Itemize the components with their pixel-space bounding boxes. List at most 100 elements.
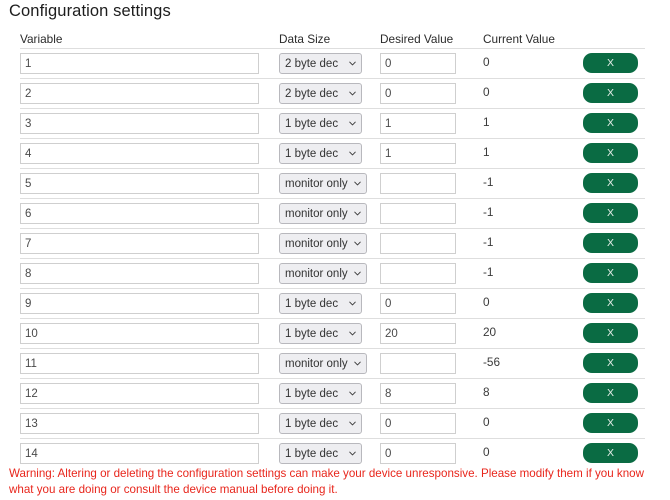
data-size-select[interactable]: 1 byte dec2 byte decmonitor only xyxy=(279,383,362,404)
delete-row-button[interactable]: X xyxy=(583,143,638,163)
data-size-cell: 1 byte dec2 byte decmonitor only xyxy=(279,383,374,404)
data-size-select[interactable]: 1 byte dec2 byte decmonitor only xyxy=(279,263,367,284)
data-size-cell: 1 byte dec2 byte decmonitor only xyxy=(279,143,374,164)
delete-row-button[interactable]: X xyxy=(583,383,638,403)
data-size-cell: 1 byte dec2 byte decmonitor only xyxy=(279,323,374,344)
desired-value-cell xyxy=(380,383,456,404)
desired-value-input[interactable] xyxy=(380,143,456,164)
data-size-select-wrapper: 1 byte dec2 byte decmonitor only xyxy=(279,83,362,104)
current-value-text: 0 xyxy=(483,85,490,99)
data-size-select[interactable]: 1 byte dec2 byte decmonitor only xyxy=(279,113,362,134)
table-row: 1 byte dec2 byte decmonitor only -1 X xyxy=(0,198,670,228)
data-size-select[interactable]: 1 byte dec2 byte decmonitor only xyxy=(279,413,362,434)
data-size-select[interactable]: 1 byte dec2 byte decmonitor only xyxy=(279,53,362,74)
column-header-desired-value: Desired Value xyxy=(380,32,454,46)
current-value-text: 1 xyxy=(483,115,490,129)
variable-input[interactable] xyxy=(20,83,259,104)
data-size-select[interactable]: 1 byte dec2 byte decmonitor only xyxy=(279,203,367,224)
delete-cell: X xyxy=(583,173,638,193)
variable-input[interactable] xyxy=(20,443,259,464)
delete-row-button[interactable]: X xyxy=(583,323,638,343)
variable-cell xyxy=(20,173,259,194)
row-divider xyxy=(20,78,645,79)
data-size-select[interactable]: 1 byte dec2 byte decmonitor only xyxy=(279,233,367,254)
delete-row-button[interactable]: X xyxy=(583,173,638,193)
data-size-select[interactable]: 1 byte dec2 byte decmonitor only xyxy=(279,323,362,344)
current-value-text: -1 xyxy=(483,175,494,189)
variable-input[interactable] xyxy=(20,233,259,254)
desired-value-cell xyxy=(380,143,456,164)
table-row: 1 byte dec2 byte decmonitor only -1 X xyxy=(0,228,670,258)
table-row: 1 byte dec2 byte decmonitor only 0 X xyxy=(0,78,670,108)
delete-cell: X xyxy=(583,443,638,463)
data-size-cell: 1 byte dec2 byte decmonitor only xyxy=(279,83,374,104)
desired-value-cell xyxy=(380,83,456,104)
desired-value-input[interactable] xyxy=(380,443,456,464)
table-row: 1 byte dec2 byte decmonitor only -1 X xyxy=(0,168,670,198)
delete-row-button[interactable]: X xyxy=(583,203,638,223)
page-title: Configuration settings xyxy=(9,2,171,20)
desired-value-input[interactable] xyxy=(380,293,456,314)
variable-cell xyxy=(20,83,259,104)
variable-input[interactable] xyxy=(20,203,259,224)
data-size-cell: 1 byte dec2 byte decmonitor only xyxy=(279,173,374,194)
desired-value-input[interactable] xyxy=(380,113,456,134)
variable-input[interactable] xyxy=(20,263,259,284)
data-size-select[interactable]: 1 byte dec2 byte decmonitor only xyxy=(279,173,367,194)
data-size-select-wrapper: 1 byte dec2 byte decmonitor only xyxy=(279,173,367,194)
variable-input[interactable] xyxy=(20,53,259,74)
table-row: 1 byte dec2 byte decmonitor only 8 X xyxy=(0,378,670,408)
data-size-select-wrapper: 1 byte dec2 byte decmonitor only xyxy=(279,263,367,284)
delete-cell: X xyxy=(583,113,638,133)
variable-input[interactable] xyxy=(20,143,259,164)
table-header-row: Variable Data Size Desired Value Current… xyxy=(0,33,670,48)
desired-value-input[interactable] xyxy=(380,383,456,404)
data-size-cell: 1 byte dec2 byte decmonitor only xyxy=(279,263,374,284)
variable-cell xyxy=(20,443,259,464)
variable-input[interactable] xyxy=(20,323,259,344)
data-size-select-wrapper: 1 byte dec2 byte decmonitor only xyxy=(279,383,362,404)
delete-row-button[interactable]: X xyxy=(583,233,638,253)
variable-input[interactable] xyxy=(20,413,259,434)
delete-cell: X xyxy=(583,83,638,103)
data-size-select-wrapper: 1 byte dec2 byte decmonitor only xyxy=(279,293,362,314)
delete-row-button[interactable]: X xyxy=(583,113,638,133)
variable-input[interactable] xyxy=(20,353,259,374)
data-size-select-wrapper: 1 byte dec2 byte decmonitor only xyxy=(279,143,362,164)
delete-row-button[interactable]: X xyxy=(583,53,638,73)
variable-input[interactable] xyxy=(20,113,259,134)
delete-row-button[interactable]: X xyxy=(583,353,638,373)
desired-value-input[interactable] xyxy=(380,413,456,434)
data-size-select-wrapper: 1 byte dec2 byte decmonitor only xyxy=(279,203,367,224)
variable-input[interactable] xyxy=(20,293,259,314)
current-value-text: 0 xyxy=(483,55,490,69)
delete-row-button[interactable]: X xyxy=(583,263,638,283)
delete-row-button[interactable]: X xyxy=(583,293,638,313)
column-header-variable: Variable xyxy=(20,32,63,46)
row-divider xyxy=(20,138,645,139)
desired-value-input[interactable] xyxy=(380,83,456,104)
data-size-select[interactable]: 1 byte dec2 byte decmonitor only xyxy=(279,353,367,374)
data-size-cell: 1 byte dec2 byte decmonitor only xyxy=(279,203,374,224)
data-size-select-wrapper: 1 byte dec2 byte decmonitor only xyxy=(279,233,367,254)
variable-cell xyxy=(20,383,259,404)
desired-value-cell xyxy=(380,203,456,224)
table-row: 1 byte dec2 byte decmonitor only 0 X xyxy=(0,408,670,438)
data-size-select[interactable]: 1 byte dec2 byte decmonitor only xyxy=(279,293,362,314)
data-size-select[interactable]: 1 byte dec2 byte decmonitor only xyxy=(279,83,362,104)
data-size-select[interactable]: 1 byte dec2 byte decmonitor only xyxy=(279,143,362,164)
delete-row-button[interactable]: X xyxy=(583,83,638,103)
variable-input[interactable] xyxy=(20,383,259,404)
variable-input[interactable] xyxy=(20,173,259,194)
desired-value-input[interactable] xyxy=(380,323,456,344)
desired-value-cell xyxy=(380,53,456,74)
desired-value-input[interactable] xyxy=(380,53,456,74)
variable-cell xyxy=(20,233,259,254)
desired-value-cell xyxy=(380,323,456,344)
delete-row-button[interactable]: X xyxy=(583,443,638,463)
delete-row-button[interactable]: X xyxy=(583,413,638,433)
table-row: 1 byte dec2 byte decmonitor only 1 X xyxy=(0,108,670,138)
data-size-select[interactable]: 1 byte dec2 byte decmonitor only xyxy=(279,443,362,464)
delete-cell: X xyxy=(583,53,638,73)
desired-value-cell xyxy=(380,443,456,464)
